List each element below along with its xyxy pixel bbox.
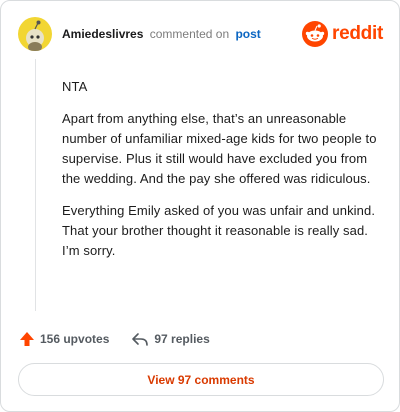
snoo-avatar-icon: [26, 20, 44, 51]
post-link[interactable]: post: [235, 27, 260, 41]
upvote-arrow-icon: [20, 332, 34, 346]
comment-meta: Amiedeslivres commented on post: [62, 26, 261, 42]
upvote-button[interactable]: 156 upvotes: [19, 331, 109, 347]
reply-count: 97 replies: [154, 332, 210, 346]
comment-paragraph: Everything Emily asked of you was unfair…: [62, 203, 376, 258]
upvote-count: 156 upvotes: [40, 332, 110, 346]
comment-card: Amiedeslivres commented on post reddit N…: [0, 0, 400, 412]
comment-paragraph: NTA: [62, 79, 88, 94]
view-comments-button[interactable]: View 97 comments: [18, 363, 384, 396]
reply-arrow-icon: [132, 333, 149, 346]
thread-line: [35, 59, 36, 311]
comment-body: NTA Apart from anything else, that’s an …: [62, 77, 380, 273]
comment-header: Amiedeslivres commented on post reddit: [18, 16, 383, 52]
comment-actions: 156 upvotes 97 replies: [19, 331, 232, 347]
reddit-wordmark: reddit: [332, 23, 383, 44]
reddit-snoo-icon: [302, 21, 329, 47]
commented-on-text: commented on: [149, 27, 230, 41]
reddit-logo[interactable]: reddit: [302, 21, 383, 47]
user-avatar[interactable]: [18, 17, 52, 51]
comment-paragraph: Apart from anything else, that’s an unre…: [62, 111, 377, 186]
replies-button[interactable]: 97 replies: [131, 331, 210, 347]
username-link[interactable]: Amiedeslivres: [62, 27, 143, 41]
